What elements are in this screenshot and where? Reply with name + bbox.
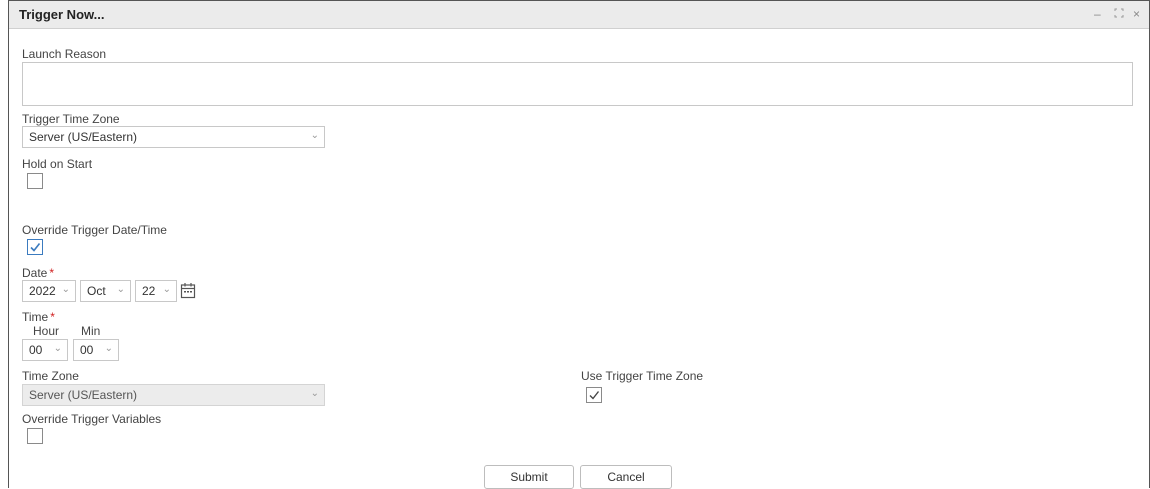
required-marker: * (50, 310, 55, 324)
minimize-icon[interactable]: – (1094, 7, 1101, 21)
time-zone-value: Server (US/Eastern) (29, 388, 138, 402)
date-day-select[interactable]: 22 ⌄ (135, 280, 177, 302)
time-label: Time * (22, 310, 55, 324)
submit-button[interactable]: Submit (484, 465, 574, 489)
date-year-value: 2022 (29, 284, 56, 298)
hold-on-start-checkbox[interactable] (27, 173, 43, 189)
time-zone-select: Server (US/Eastern) ⌄ (22, 384, 325, 406)
chevron-down-icon: ⌄ (116, 284, 125, 295)
date-label: Date * (22, 266, 55, 280)
chevron-down-icon: ⌄ (61, 284, 70, 295)
min-label: Min (81, 324, 101, 338)
date-year-select[interactable]: 2022 ⌄ (22, 280, 76, 302)
launch-reason-input[interactable] (22, 62, 1133, 106)
check-icon (589, 391, 600, 400)
check-icon (30, 243, 41, 252)
cancel-button[interactable]: Cancel (580, 465, 672, 489)
dialog-title: Trigger Now... (19, 7, 105, 22)
time-hour-value: 00 (29, 343, 43, 357)
calendar-icon[interactable] (180, 282, 196, 304)
close-icon[interactable]: × (1133, 7, 1140, 21)
date-month-value: Oct (87, 284, 106, 298)
time-hour-select[interactable]: 00 ⌄ (22, 339, 68, 361)
trigger-time-zone-select[interactable]: Server (US/Eastern) ⌄ (22, 126, 325, 148)
launch-reason-label: Launch Reason (22, 47, 107, 61)
time-min-value: 00 (80, 343, 94, 357)
override-variables-checkbox[interactable] (27, 428, 43, 444)
chevron-down-icon: ⌄ (53, 343, 62, 354)
required-marker: * (49, 266, 55, 280)
chevron-down-icon: ⌄ (310, 388, 319, 399)
chevron-down-icon: ⌄ (104, 343, 113, 354)
trigger-time-zone-label: Trigger Time Zone (22, 112, 120, 126)
trigger-now-dialog: Trigger Now... – × Launch Reason Trigger… (8, 0, 1150, 489)
date-day-value: 22 (142, 284, 156, 298)
time-min-select[interactable]: 00 ⌄ (73, 339, 119, 361)
override-datetime-checkbox[interactable] (27, 239, 43, 255)
hold-on-start-label: Hold on Start (22, 157, 93, 171)
dialog-titlebar[interactable]: Trigger Now... – × (9, 1, 1149, 29)
maximize-icon[interactable] (1114, 7, 1124, 21)
date-month-select[interactable]: Oct ⌄ (80, 280, 131, 302)
use-trigger-time-zone-label: Use Trigger Time Zone (581, 369, 704, 383)
time-zone-label: Time Zone (22, 369, 79, 383)
chevron-down-icon: ⌄ (310, 130, 319, 141)
chevron-down-icon: ⌄ (162, 284, 171, 295)
override-variables-label: Override Trigger Variables (22, 412, 162, 426)
override-datetime-label: Override Trigger Date/Time (22, 223, 167, 237)
use-trigger-time-zone-checkbox[interactable] (586, 387, 602, 403)
hour-label: Hour (33, 324, 60, 338)
trigger-time-zone-value: Server (US/Eastern) (29, 130, 138, 144)
